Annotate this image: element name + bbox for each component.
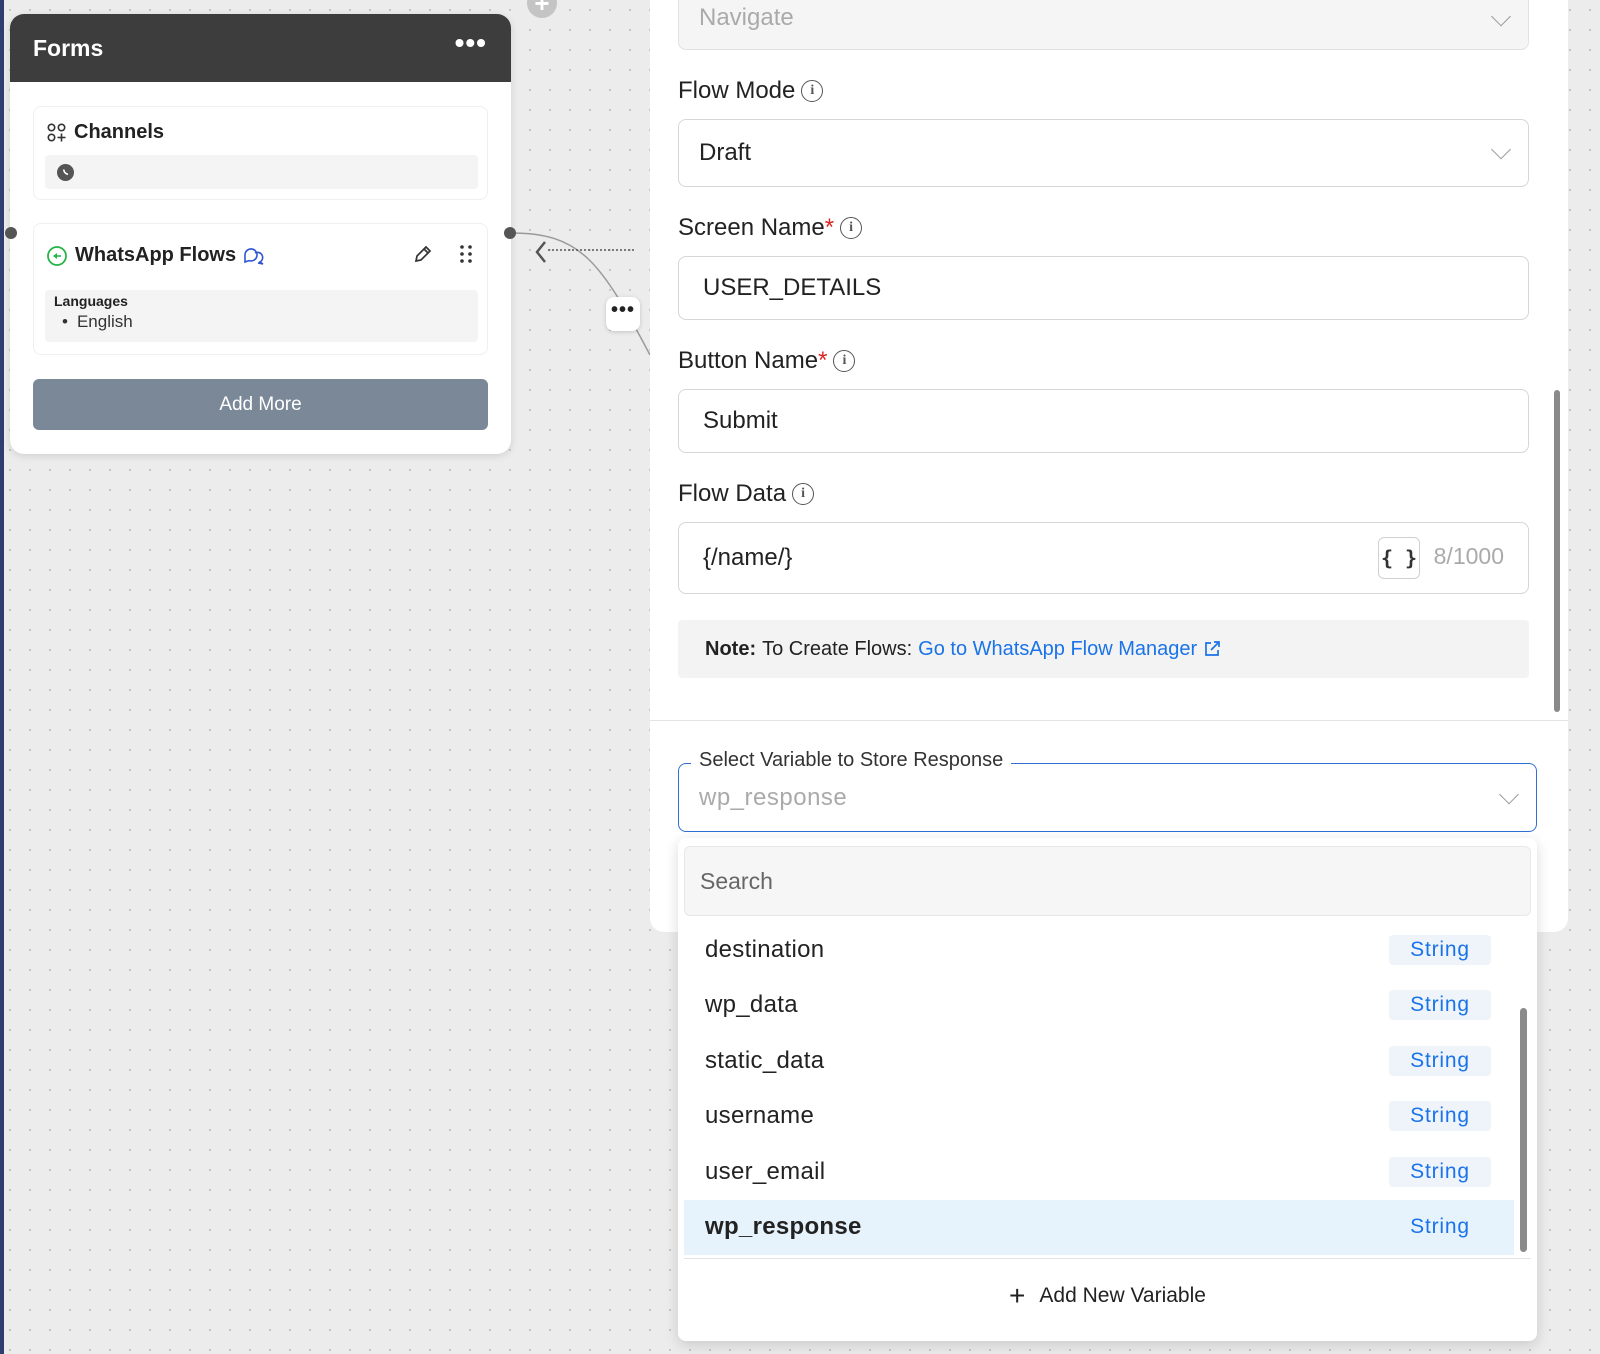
chevron-down-icon [1491,6,1511,27]
flow-data-value: {/name/} [703,544,793,571]
plus-icon: + [1009,1280,1026,1311]
required-asterisk: * [824,214,835,241]
edge-menu-button[interactable]: ••• [606,297,640,331]
character-counter: 8/1000 [1433,543,1504,569]
channels-section: Channels [33,106,488,200]
variable-list: destination String wp_data String static… [684,922,1514,1255]
node-output-handle[interactable] [504,227,516,239]
info-icon[interactable]: i [833,350,856,372]
channel-list [45,155,478,189]
variable-option-user-email[interactable]: user_email String [684,1144,1514,1200]
channels-icon [47,123,66,142]
type-badge: String [1389,1156,1491,1187]
variable-search-input[interactable]: Search [684,846,1531,916]
forms-node-title: Forms [33,34,104,61]
navigate-select-value: Navigate [699,4,794,31]
variable-name: user_email [705,1157,826,1185]
flow-manager-link[interactable]: Go to WhatsApp Flow Manager [918,638,1221,661]
info-icon[interactable]: i [840,217,863,239]
store-response-select[interactable]: Select Variable to Store Response wp_res… [678,749,1537,832]
required-asterisk: * [818,347,828,374]
variable-name: wp_response [705,1213,862,1241]
node-input-handle[interactable] [5,227,17,239]
screen-name-label: Screen Name * i [678,214,863,242]
type-badge: String [1389,1045,1491,1076]
info-icon[interactable]: i [792,483,815,505]
button-name-input[interactable]: Submit [678,389,1529,453]
forms-node-header: Forms ••• [10,14,511,82]
chevron-down-icon [1491,139,1511,160]
channels-label: Channels [74,121,165,143]
screen-name-label-text: Screen Name [678,214,825,241]
section-divider [650,720,1568,721]
navigate-select[interactable]: Navigate [678,0,1529,50]
note-text: To Create Flows: [762,637,913,660]
variable-name: wp_data [705,991,798,1019]
language-item: English [54,312,478,332]
type-badge: String [1389,934,1491,965]
type-badge: String [1410,1215,1470,1239]
button-name-label: Button Name * i [678,347,856,375]
screen-name-input[interactable]: USER_DETAILS [678,256,1529,320]
info-icon[interactable]: i [801,80,824,102]
type-badge: String [1389,990,1491,1021]
variable-option-wp-response[interactable]: wp_response String [684,1199,1514,1255]
add-new-variable-label: Add New Variable [1039,1284,1206,1307]
languages-title: Languages [54,293,128,309]
type-badge: String [1389,1101,1491,1132]
edge-arrow-icon [535,241,546,263]
flow-data-input[interactable]: {/name/} { } 8/1000 [678,522,1529,594]
whatsapp-channel-icon [57,163,74,181]
whatsapp-flows-section[interactable]: WhatsApp Flows Languages English [33,223,488,355]
note-prefix: Note: [705,637,757,660]
flow-mode-select[interactable]: Draft [678,119,1529,187]
node-menu-button[interactable]: ••• [455,29,487,57]
drag-handle-icon[interactable] [459,244,473,264]
variable-name: static_data [705,1046,825,1074]
variable-dropdown: Search destination String wp_data String… [678,838,1537,1341]
flow-mode-label: Flow Mode i [678,77,824,105]
variable-option-username[interactable]: username String [684,1089,1514,1145]
flow-data-label-text: Flow Data [678,480,787,507]
flow-mode-label-text: Flow Mode [678,77,796,104]
variable-option-static-data[interactable]: static_data String [684,1033,1514,1089]
variable-option-wp-data[interactable]: wp_data String [684,978,1514,1034]
whatsapp-flows-label: WhatsApp Flows [75,244,237,266]
dropdown-scrollbar[interactable] [1520,1008,1527,1252]
forms-node-card[interactable]: Forms ••• Channels WhatsApp Flows Langua… [10,14,511,454]
add-new-variable-button[interactable]: + Add New Variable [684,1258,1531,1333]
edit-pencil-icon[interactable] [413,244,433,264]
flow-mode-value: Draft [699,139,752,166]
variable-braces-button[interactable]: { } [1378,537,1420,579]
add-more-button[interactable]: Add More [33,379,488,430]
panel-scrollbar[interactable] [1554,390,1560,712]
store-response-legend: Select Variable to Store Response [691,749,1012,772]
languages-box: Languages English [45,290,478,342]
button-name-label-text: Button Name [678,347,819,374]
flow-data-label: Flow Data i [678,480,815,508]
store-response-value: wp_response [699,784,848,811]
edge-curve [510,232,651,356]
flow-manager-link-text[interactable]: Go to WhatsApp Flow Manager [918,638,1197,661]
variable-name: destination [705,935,825,963]
external-link-icon [1205,641,1221,656]
chat-bubbles-icon [244,247,264,265]
whatsapp-flows-icon [47,245,67,266]
chevron-down-icon [1499,784,1519,804]
note-box: Note: To Create Flows: Go to WhatsApp Fl… [678,620,1529,678]
variable-name: username [705,1102,815,1130]
variable-option-destination[interactable]: destination String [684,922,1514,978]
